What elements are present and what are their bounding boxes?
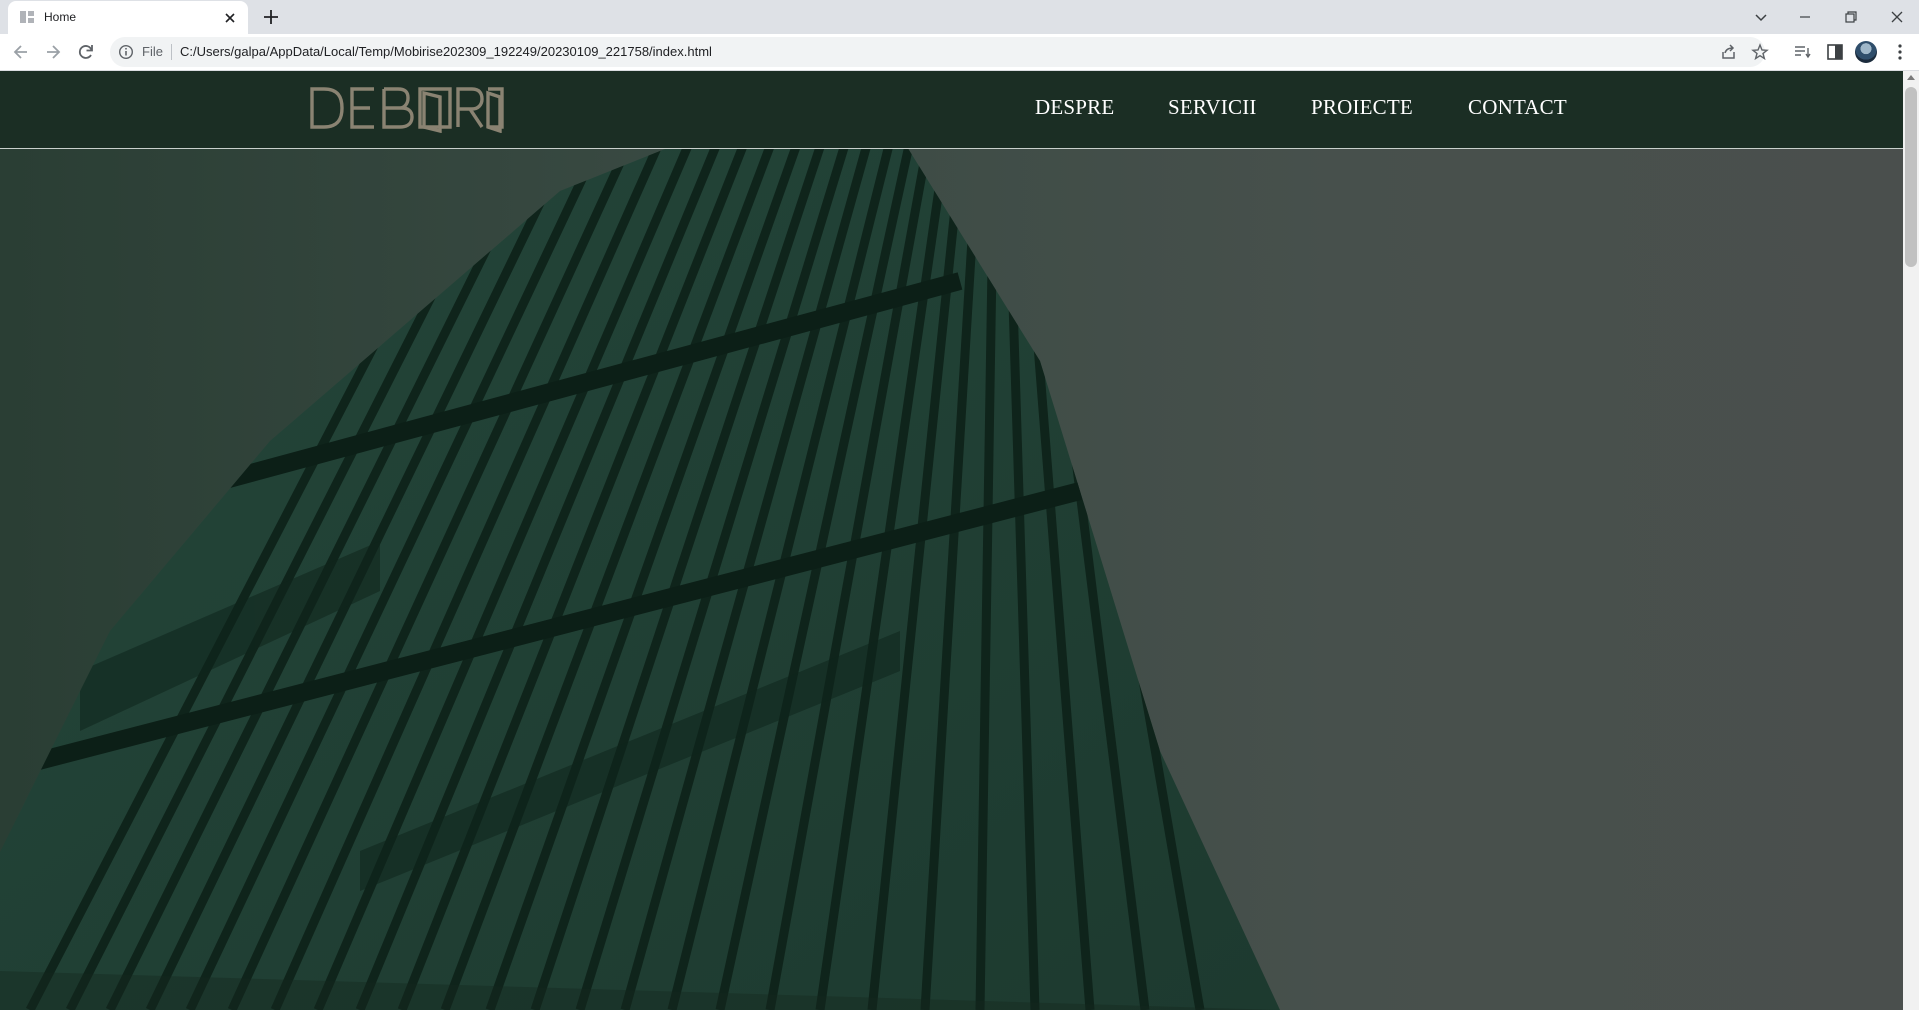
hero-background-image [0,71,1903,1010]
nav-link-contact[interactable]: CONTACT [1468,95,1567,120]
nav-link-despre[interactable]: DESPRE [1035,95,1114,120]
forward-arrow-icon[interactable] [43,42,63,62]
page-scrollbar[interactable] [1903,71,1919,1010]
browser-tab-strip: Home [0,0,1919,34]
back-arrow-icon[interactable] [11,42,31,62]
building-illustration [0,71,1280,1010]
share-icon[interactable] [1720,43,1738,61]
reading-list-icon[interactable] [1792,42,1812,62]
minimize-icon[interactable] [1794,6,1816,28]
tab-search-icon[interactable] [1750,6,1772,28]
tab-title: Home [44,10,77,24]
tab-close-icon[interactable] [222,10,238,26]
scrollbar-thumb[interactable] [1905,87,1917,267]
close-window-icon[interactable] [1886,6,1908,28]
restore-icon[interactable] [1840,6,1862,28]
file-scheme-label: File [142,44,163,59]
url-text[interactable]: C:/Users/galpa/AppData/Local/Temp/Mobiri… [180,44,712,59]
page-viewport: DESPRE SERVICII PROIECTE CONTACT [0,71,1903,1010]
scroll-up-arrow-icon[interactable] [1907,75,1915,80]
nav-link-servicii[interactable]: SERVICII [1168,95,1257,120]
omnibox-separator [171,44,172,60]
bookmark-star-icon[interactable] [1751,43,1769,61]
new-tab-plus-icon[interactable] [262,8,280,26]
kebab-menu-icon[interactable] [1890,42,1910,62]
reload-icon[interactable] [76,42,96,62]
site-logo[interactable] [308,83,504,133]
page-favicon-icon [20,11,34,23]
address-bar[interactable]: File C:/Users/galpa/AppData/Local/Temp/M… [110,37,1769,67]
info-icon[interactable] [118,44,134,60]
browser-toolbar: File C:/Users/galpa/AppData/Local/Temp/M… [0,34,1919,71]
side-panel-icon[interactable] [1825,42,1845,62]
site-header: DESPRE SERVICII PROIECTE CONTACT [0,71,1903,149]
profile-avatar[interactable] [1855,41,1877,63]
nav-link-proiecte[interactable]: PROIECTE [1311,95,1413,120]
browser-tab[interactable]: Home [8,1,248,34]
